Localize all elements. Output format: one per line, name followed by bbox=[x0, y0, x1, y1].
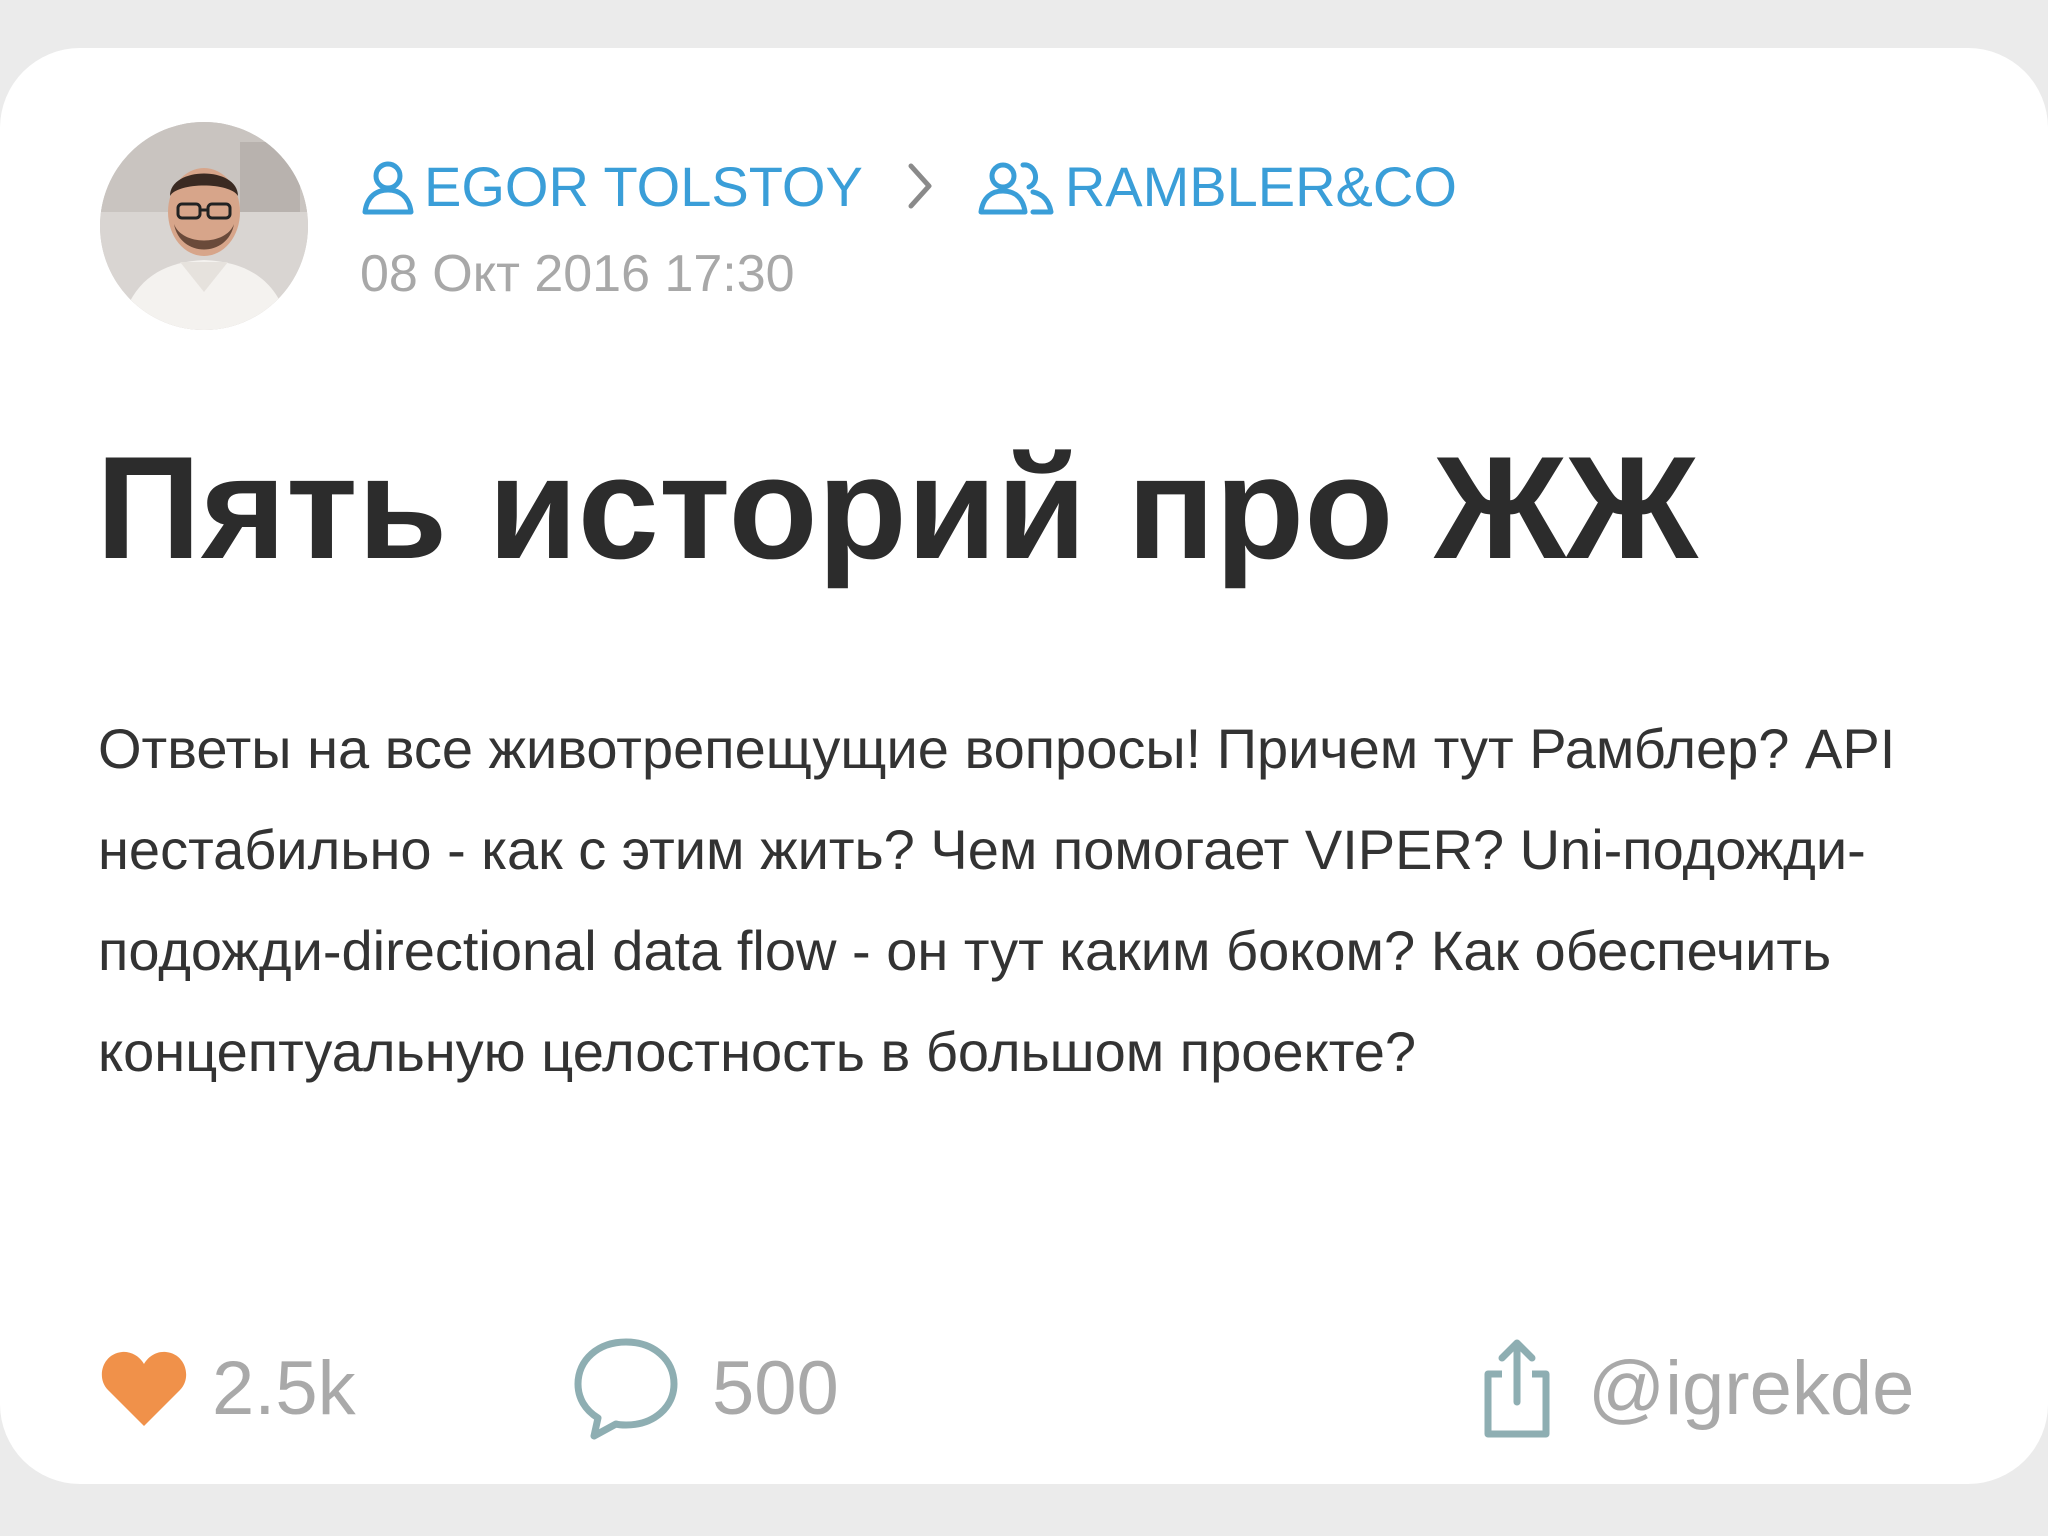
share-button[interactable]: @igrekde bbox=[1480, 1338, 1914, 1438]
author-name: EGOR TOLSTOY bbox=[424, 154, 863, 218]
author-avatar[interactable] bbox=[100, 122, 308, 330]
share-handle: @igrekde bbox=[1588, 1345, 1915, 1431]
author-link[interactable]: EGOR TOLSTOY bbox=[358, 154, 863, 219]
avatar-photo bbox=[100, 122, 308, 330]
post-description: Ответы на все животрепещущие вопросы! Пр… bbox=[98, 717, 1896, 1083]
comment-count: 500 bbox=[712, 1345, 839, 1431]
share-icon bbox=[1480, 1336, 1554, 1440]
post-title[interactable]: Пять историй про ЖЖ bbox=[96, 427, 1698, 589]
user-icon bbox=[358, 156, 418, 216]
post-date: 08 Окт 2016 17:30 bbox=[360, 245, 795, 303]
community-link[interactable]: RAMBLER&CO bbox=[975, 154, 1457, 219]
chevron-right-icon bbox=[905, 158, 935, 214]
post-meta: EGOR TOLSTOY RAMBLER&CO bbox=[358, 148, 1457, 224]
post-card: EGOR TOLSTOY RAMBLER&CO 08 Окт 2016 17:3… bbox=[0, 48, 2048, 1484]
like-button[interactable]: 2.5k bbox=[100, 1338, 356, 1438]
group-icon bbox=[975, 156, 1059, 216]
heart-icon bbox=[100, 1348, 188, 1428]
comment-button[interactable]: 500 bbox=[570, 1338, 839, 1440]
comment-bubble-icon bbox=[570, 1334, 682, 1442]
like-count: 2.5k bbox=[212, 1345, 356, 1431]
community-name: RAMBLER&CO bbox=[1064, 154, 1457, 218]
